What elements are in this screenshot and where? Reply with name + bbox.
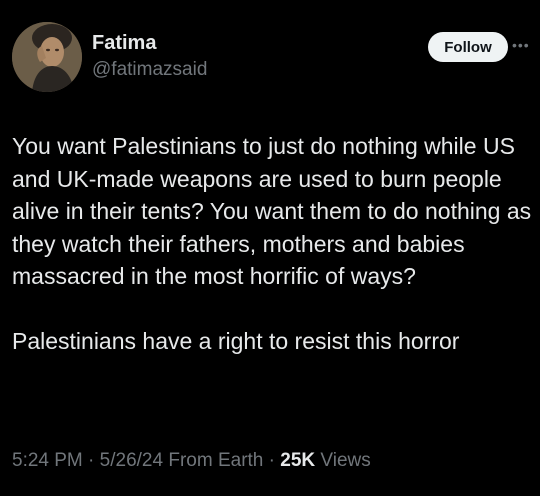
user-info: Fatima @fatimazsaid: [92, 30, 207, 83]
more-horizontal-icon[interactable]: •••: [512, 36, 530, 54]
avatar-portrait-image: [12, 22, 82, 92]
tweet-paragraph: You want Palestinians to just do nothing…: [12, 133, 538, 289]
follow-button[interactable]: Follow: [428, 32, 508, 62]
tweet-meta: 5:24 PM · 5/26/24 From Earth · 25K Views: [12, 448, 371, 474]
tweet-paragraph: Palestinians have a right to resist this…: [12, 327, 460, 354]
timestamp-date[interactable]: 5/26/24: [100, 450, 163, 471]
views-label[interactable]: Views: [320, 450, 370, 471]
handle[interactable]: @fatimazsaid: [92, 57, 207, 83]
tweet-text: You want Palestinians to just do nothing…: [12, 130, 532, 357]
tweet-card: Fatima @fatimazsaid Follow ••• You want …: [0, 0, 540, 496]
avatar[interactable]: [12, 22, 82, 92]
timestamp-time[interactable]: 5:24 PM: [12, 450, 83, 471]
tweet-source: From Earth: [168, 450, 264, 471]
tweet-header: Fatima @fatimazsaid Follow •••: [12, 22, 530, 94]
meta-separator: ·: [88, 450, 95, 471]
views-count[interactable]: 25K: [280, 450, 315, 471]
meta-separator: ·: [268, 450, 275, 471]
display-name[interactable]: Fatima: [92, 30, 207, 56]
